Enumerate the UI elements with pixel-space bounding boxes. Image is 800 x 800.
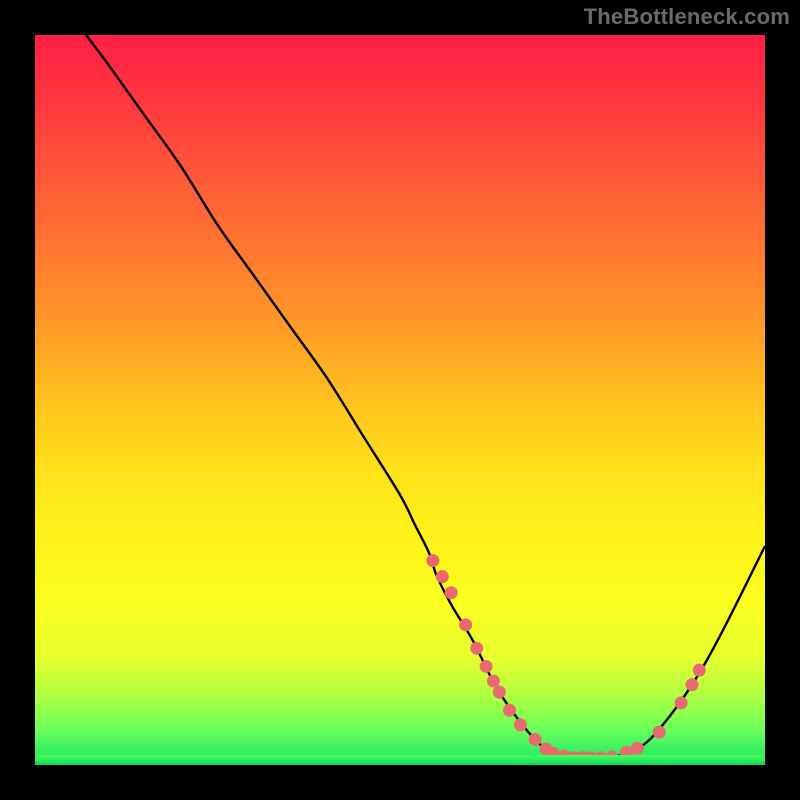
curve-marker xyxy=(631,742,644,755)
curve-markers xyxy=(426,554,705,764)
watermark: TheBottleneck.com xyxy=(584,4,790,30)
curve-marker xyxy=(693,664,706,677)
curve-marker xyxy=(594,751,607,764)
curve-marker xyxy=(558,750,571,763)
curve-marker xyxy=(585,751,598,764)
curve-marker xyxy=(426,554,439,567)
curve-marker xyxy=(547,747,560,760)
curve-marker xyxy=(487,675,500,688)
curve-marker xyxy=(480,660,493,673)
chart-frame: TheBottleneck.com xyxy=(0,0,800,800)
curve-marker xyxy=(653,726,666,739)
curve-marker xyxy=(493,686,506,699)
curve-marker xyxy=(529,733,542,746)
curve-marker xyxy=(503,704,516,717)
curve-marker xyxy=(686,678,699,691)
curve-marker xyxy=(459,618,472,631)
curve-marker xyxy=(445,586,458,599)
curve-marker xyxy=(514,718,527,731)
bottleneck-curve xyxy=(86,35,765,758)
plot-area xyxy=(35,35,765,765)
curve-marker xyxy=(675,696,688,709)
curve-marker xyxy=(605,750,618,763)
curve-marker xyxy=(436,570,449,583)
curve-marker xyxy=(470,642,483,655)
chart-svg xyxy=(35,35,765,765)
